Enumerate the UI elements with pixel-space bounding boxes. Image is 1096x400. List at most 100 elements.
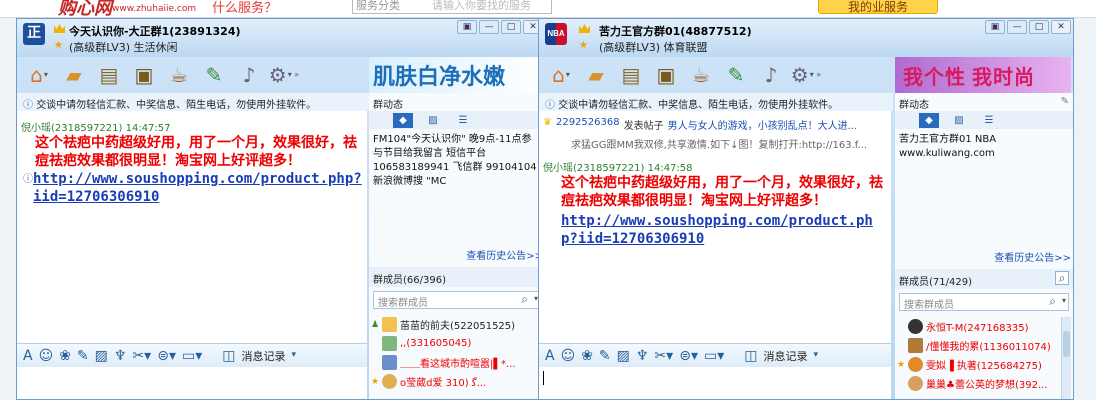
member-item[interactable]: ★ o莹葳d爱 ﮔ (310...	[369, 372, 545, 391]
font-icon[interactable]: A	[545, 349, 555, 363]
gear-icon[interactable]: ⚙ ▾ »	[268, 60, 300, 90]
album-icon[interactable]: ▤	[615, 60, 647, 90]
wrench-icon[interactable]: ✎	[1061, 96, 1069, 107]
vibrate-icon[interactable]: ⊜▾	[679, 349, 698, 363]
system-post-item[interactable]: ♛ 2292526368 发表帖子 男人与女人的游戏，小孩别乱点！大人进...	[543, 117, 891, 132]
info-icon: ⓘ	[23, 100, 33, 111]
search-icon[interactable]: ⌕	[1049, 294, 1056, 309]
member-item[interactable]: ＿＿看这城市酌喧嚣|▌*...	[369, 353, 545, 372]
tab-list[interactable]: ☰	[979, 113, 999, 128]
history-icon[interactable]: ◫	[744, 349, 757, 363]
message-link[interactable]: http://www.soushopping.com/product.php?i…	[33, 170, 363, 206]
coffee-icon[interactable]: ☕	[163, 60, 195, 90]
maximize-icon[interactable]: □	[1029, 20, 1049, 34]
member-item[interactable]: 巢巢♣蕾公英的梦想(392...	[895, 374, 1061, 393]
post-title[interactable]: 男人与女人的游戏，小孩别乱点！大人进...	[668, 117, 858, 132]
vibrate-icon[interactable]: ⊜▾	[157, 349, 176, 363]
message-link[interactable]: http://www.soushopping.com/product.php?i…	[561, 213, 873, 247]
restore-icon[interactable]: ▣	[457, 20, 477, 34]
title-bar[interactable]: NBA ★ 苦力王官方群01(48877512) (高级群LV3) 体育联盟 ▣…	[539, 19, 1073, 57]
edit-icon[interactable]: ✎	[77, 349, 89, 363]
folder-icon[interactable]: ▰	[58, 60, 90, 90]
chat-messages[interactable]: 倪小瑶(2318597221) 14:47:57 这个祛疤中药超级好用，用了一个…	[17, 111, 367, 343]
microphone-icon[interactable]: ♪	[755, 60, 787, 90]
site-logo: 购心网	[58, 0, 112, 18]
chevron-down-icon[interactable]: ▾	[813, 351, 818, 360]
member-item[interactable]: ♟ 苗苗的前夫(522051525)	[369, 315, 545, 334]
pet-icon[interactable]: ❀	[581, 349, 593, 363]
maximize-icon[interactable]: □	[501, 20, 521, 34]
dynamics-header: 群动态	[369, 93, 545, 111]
tab-photos[interactable]: ▨	[949, 113, 969, 128]
qq-group-window-left[interactable]: 正 ★ 今天认识你-大正群1(23891324) (高级群LV3) 生活休闲 ▣…	[16, 18, 546, 400]
minimize-icon[interactable]: —	[1007, 20, 1027, 34]
tv-icon[interactable]: ▣	[650, 60, 682, 90]
message-history-button[interactable]: 消息记录	[763, 348, 807, 364]
image-icon[interactable]: ▨	[617, 349, 630, 363]
coffee-icon[interactable]: ☕	[685, 60, 717, 90]
gear-icon[interactable]: ⚙ ▾ »	[790, 60, 822, 90]
emoji-icon[interactable]: ☺	[39, 349, 54, 363]
ad-banner[interactable]: 我个性 我时尚	[895, 57, 1071, 93]
chevron-down-icon[interactable]: ▾	[1062, 296, 1066, 305]
scrollbar-thumb[interactable]	[1063, 331, 1070, 357]
group-avatar-icon[interactable]: NBA	[545, 23, 567, 45]
member-list: 永恒T-M(247168335) /懂懂我的累(1136011074) ★ 雯姒…	[895, 317, 1061, 399]
notes-icon[interactable]: ✎	[720, 60, 752, 90]
font-icon[interactable]: A	[23, 349, 33, 363]
search-icon[interactable]: ⌕	[521, 292, 528, 307]
group-name: 苦力王官方群01(48877512)	[599, 25, 752, 38]
gift-icon[interactable]: ♆	[636, 349, 649, 363]
member-list-scrollbar[interactable]	[1061, 317, 1071, 399]
members-header: 群成员(66/396)	[369, 267, 545, 287]
member-item[interactable]: ,,(331605045)	[369, 334, 545, 353]
edit-icon[interactable]: ✎	[599, 349, 611, 363]
gift-icon[interactable]: ♆	[114, 349, 127, 363]
pet-icon[interactable]: ❀	[59, 349, 71, 363]
emoji-icon[interactable]: ☺	[561, 349, 576, 363]
microphone-icon[interactable]: ♪	[233, 60, 265, 90]
qq-group-window-right[interactable]: NBA ★ 苦力王官方群01(48877512) (高级群LV3) 体育联盟 ▣…	[538, 18, 1074, 400]
tab-photos[interactable]: ▨	[423, 113, 443, 128]
group-avatar-icon[interactable]: 正	[23, 23, 45, 45]
image-icon[interactable]: ▨	[95, 349, 108, 363]
group-name: 今天认识你-大正群1(23891324)	[69, 25, 241, 38]
home-icon[interactable]: ⌂ ▾	[545, 60, 577, 90]
star-icon: ★	[579, 40, 588, 51]
tab-announcement[interactable]: ◆	[919, 112, 939, 128]
view-history-announcements-link[interactable]: 查看历史公告>>	[994, 249, 1071, 264]
minimize-icon[interactable]: —	[479, 20, 499, 34]
folder-icon[interactable]: ▰	[580, 60, 612, 90]
album-icon[interactable]: ▤	[93, 60, 125, 90]
member-search-input[interactable]: 搜索群成员 ⌕ ▾	[373, 291, 541, 309]
message-input[interactable]	[17, 367, 367, 399]
ad-banner[interactable]: 肌肤白净水嫩	[369, 57, 545, 93]
tab-announcement[interactable]: ◆	[393, 112, 413, 128]
member-search-input[interactable]: 搜索群成员 ⌕ ▾	[899, 293, 1069, 311]
tv-icon[interactable]: ▣	[128, 60, 160, 90]
member-item[interactable]: ★ 雯姒▐ 执著(125684275)	[895, 355, 1061, 374]
title-bar[interactable]: 正 ★ 今天认识你-大正群1(23891324) (高级群LV3) 生活休闲 ▣…	[17, 19, 545, 57]
screen-icon[interactable]: ▭▾	[182, 349, 202, 363]
close-icon[interactable]: ✕	[1051, 20, 1071, 34]
message-input[interactable]	[539, 367, 891, 399]
scissors-icon[interactable]: ✂▾	[132, 349, 151, 363]
notes-icon[interactable]: ✎	[198, 60, 230, 90]
restore-icon[interactable]: ▣	[985, 20, 1005, 34]
scissors-icon[interactable]: ✂▾	[654, 349, 673, 363]
chevron-down-icon[interactable]: ▾	[291, 351, 296, 360]
history-icon[interactable]: ◫	[222, 349, 235, 363]
screen-icon[interactable]: ▭▾	[704, 349, 724, 363]
site-search-select[interactable]: 服务分类	[356, 0, 400, 13]
member-item[interactable]: 永恒T-M(247168335)	[895, 317, 1061, 336]
view-history-announcements-link[interactable]: 查看历史公告>>	[466, 247, 543, 262]
site-action-button[interactable]: 我的业服务	[818, 0, 938, 14]
chat-messages[interactable]: ♛ 2292526368 发表帖子 男人与女人的游戏，小孩别乱点！大人进... …	[539, 111, 891, 343]
message-sender: 倪小瑶(2318597221) 14:47:58	[543, 163, 693, 174]
home-icon[interactable]: ⌂ ▾	[23, 60, 55, 90]
search-icon[interactable]: ⌕	[1055, 271, 1069, 285]
post-action: 发表帖子	[623, 121, 664, 132]
member-item[interactable]: /懂懂我的累(1136011074)	[895, 336, 1061, 355]
message-history-button[interactable]: 消息记录	[241, 348, 285, 364]
tab-list[interactable]: ☰	[453, 113, 473, 128]
